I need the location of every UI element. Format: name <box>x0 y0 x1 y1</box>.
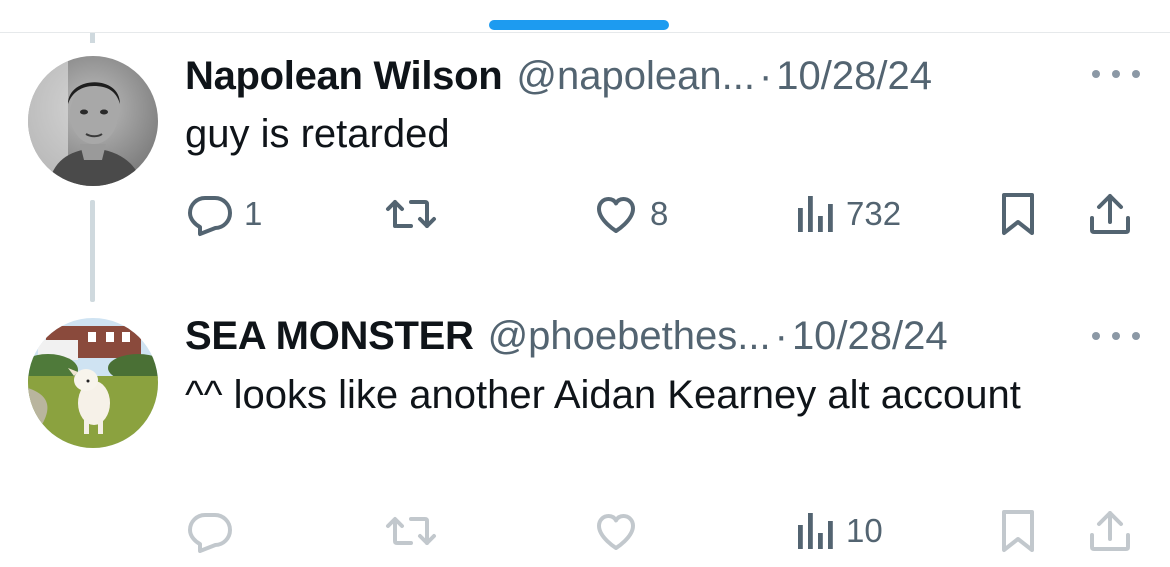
tweet-text: guy is retarded <box>185 112 450 156</box>
tweet[interactable]: SEA MONSTER @phoebethes... · 10/28/24 ^^… <box>0 290 1170 567</box>
share-icon <box>1090 511 1130 551</box>
reply-icon <box>188 196 232 236</box>
tweet-header: SEA MONSTER @phoebethes... · 10/28/24 <box>185 314 948 358</box>
heart-icon <box>597 514 635 550</box>
retweet-button[interactable] <box>385 507 447 555</box>
like-button[interactable]: 8 <box>592 190 668 238</box>
avatar[interactable] <box>28 318 158 448</box>
display-name[interactable]: SEA MONSTER <box>185 314 474 358</box>
views-button[interactable]: 10 <box>796 507 883 555</box>
tweet-text: ^^ looks like another Aidan Kearney alt … <box>185 373 1021 417</box>
views-chart-icon <box>798 513 833 549</box>
avatar[interactable] <box>28 56 158 186</box>
share-button[interactable] <box>1086 507 1134 555</box>
tweet-date[interactable]: 10/28/24 <box>792 314 948 358</box>
separator-dot: · <box>758 54 773 98</box>
bookmark-icon <box>1002 510 1034 552</box>
view-count: 732 <box>846 195 902 232</box>
separator-dot: · <box>774 314 788 358</box>
bookmark-icon <box>1002 193 1034 235</box>
tweet-header: Napolean Wilson @napolean... · 10/28/24 <box>185 54 932 98</box>
share-button[interactable] <box>1086 190 1134 238</box>
views-button[interactable]: 732 <box>796 190 901 238</box>
retweet-icon <box>386 517 436 545</box>
retweet-button[interactable] <box>385 190 447 238</box>
reply-button[interactable] <box>186 507 244 555</box>
reply-button[interactable]: 1 <box>186 190 262 238</box>
reply-count: 1 <box>244 195 263 232</box>
avatar-portrait-image <box>28 56 158 186</box>
bookmark-button[interactable] <box>998 190 1038 238</box>
view-count: 10 <box>846 512 883 549</box>
reply-icon <box>188 513 232 553</box>
retweet-icon <box>386 200 436 228</box>
bookmark-button[interactable] <box>998 507 1038 555</box>
avatar-dog-image <box>28 318 158 448</box>
views-chart-icon <box>798 196 833 232</box>
tweet-date[interactable]: 10/28/24 <box>776 54 932 98</box>
heart-icon <box>597 197 635 233</box>
like-count: 8 <box>650 195 669 232</box>
display-name[interactable]: Napolean Wilson <box>185 54 503 98</box>
more-options-icon[interactable] <box>1092 64 1140 84</box>
more-options-icon[interactable] <box>1092 326 1140 346</box>
tweet[interactable]: Napolean Wilson @napolean... · 10/28/24 … <box>0 0 1170 290</box>
user-handle[interactable]: @napolean... <box>516 54 755 98</box>
share-icon <box>1090 194 1130 234</box>
like-button[interactable] <box>592 507 650 555</box>
user-handle[interactable]: @phoebethes... <box>488 314 771 358</box>
